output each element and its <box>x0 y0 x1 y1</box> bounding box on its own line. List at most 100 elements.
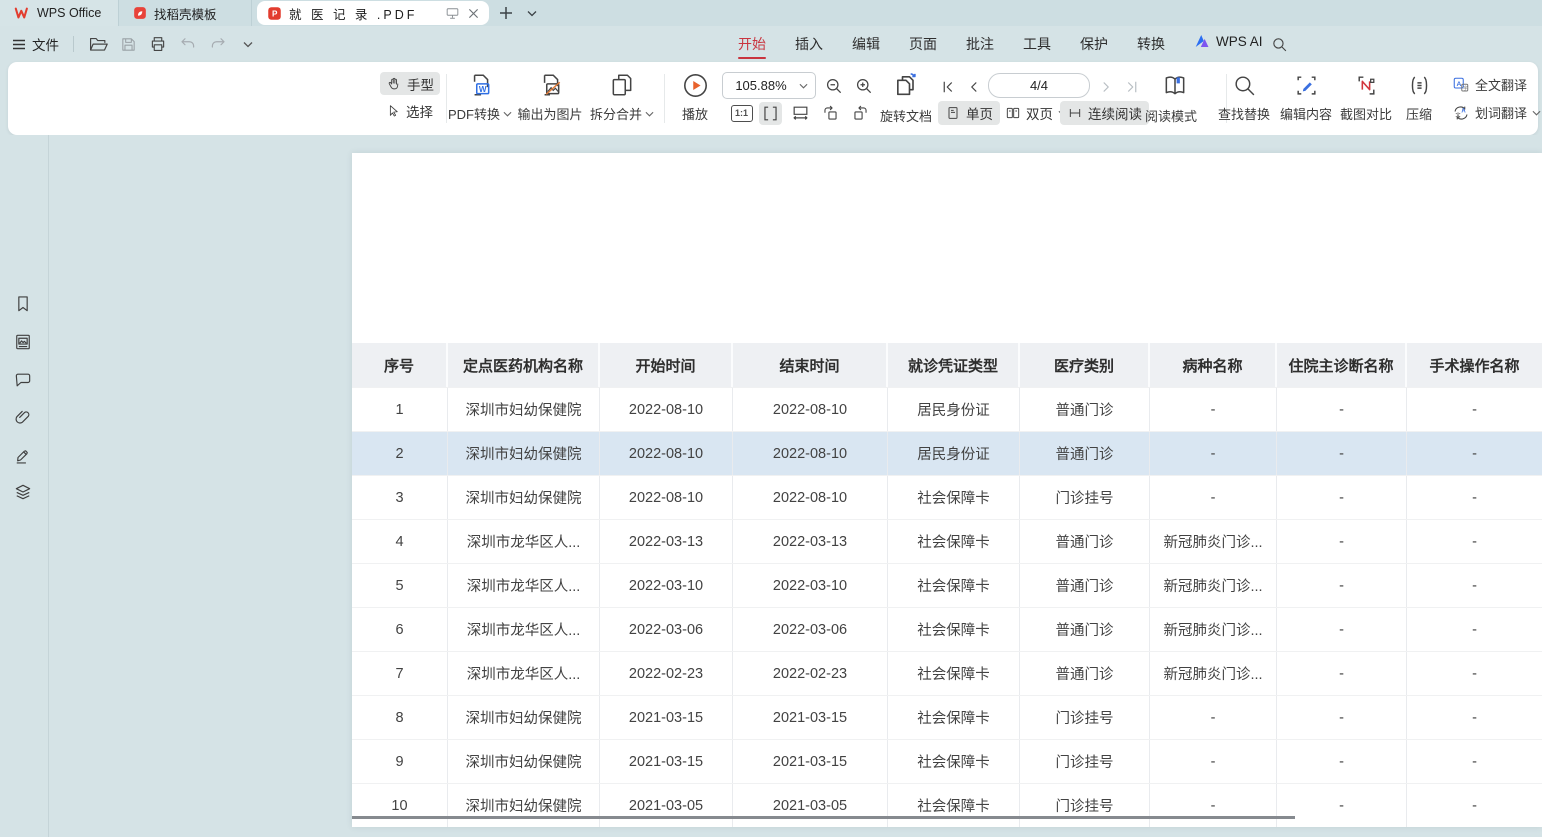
table-cell: 社会保障卡 <box>888 520 1020 563</box>
table-cell: - <box>1407 388 1542 431</box>
edit-content-label: 编辑内容 <box>1280 104 1332 123</box>
search-icon[interactable] <box>1271 36 1288 53</box>
quick-access-dropdown[interactable] <box>236 32 260 56</box>
last-page-button[interactable] <box>1120 75 1143 98</box>
attachment-icon[interactable] <box>13 407 35 429</box>
table-cell: 普通门诊 <box>1020 388 1150 431</box>
table-cell: 1 <box>352 388 448 431</box>
table-cell: - <box>1407 652 1542 695</box>
redo-icon[interactable] <box>206 32 230 56</box>
word-translate-button[interactable]: A文 划词翻译 <box>1452 103 1541 122</box>
play-label: 播放 <box>682 104 708 123</box>
signature-icon[interactable] <box>13 445 35 467</box>
page-number-input[interactable]: 4/4 <box>988 73 1090 98</box>
rotate-document-label[interactable]: 旋转文档 <box>880 106 932 125</box>
table-row: 3深圳市妇幼保健院2022-08-102022-08-10社会保障卡门诊挂号--… <box>352 475 1542 519</box>
table-cell: 普通门诊 <box>1020 432 1150 475</box>
select-tool-button[interactable]: 选择 <box>380 99 440 122</box>
fit-page-button[interactable] <box>789 102 812 125</box>
hand-tool-button[interactable]: 手型 <box>380 72 440 95</box>
table-cell: 4 <box>352 520 448 563</box>
compress-button[interactable]: 压缩 <box>1389 70 1449 123</box>
single-page-button[interactable]: 单页 <box>938 101 1000 125</box>
one-to-one-icon: 1:1 <box>731 105 753 122</box>
table-cell: 深圳市龙华区人... <box>448 564 600 607</box>
bookmark-icon[interactable] <box>13 294 35 316</box>
table-cell: 2022-02-23 <box>600 652 733 695</box>
compress-icon <box>1389 70 1449 100</box>
left-panel-strip <box>0 135 49 837</box>
menu-tab-转换[interactable]: 转换 <box>1137 26 1165 62</box>
table-cell: 2022-08-10 <box>733 388 888 431</box>
next-page-button[interactable] <box>1094 75 1117 98</box>
rotate-left-button[interactable] <box>819 102 842 125</box>
zoom-in-button[interactable] <box>852 74 875 97</box>
doc-table-body: 1深圳市妇幼保健院2022-08-102022-08-10居民身份证普通门诊--… <box>352 387 1542 827</box>
undo-icon[interactable] <box>176 32 200 56</box>
menu-tab-保护[interactable]: 保护 <box>1080 26 1108 62</box>
table-cell: - <box>1277 564 1407 607</box>
first-page-button[interactable] <box>936 75 959 98</box>
table-cell: 深圳市龙华区人... <box>448 652 600 695</box>
tab-wps-office[interactable]: WPS Office <box>0 0 119 26</box>
play-button[interactable]: 播放 <box>665 70 725 123</box>
tab-document-active[interactable]: P 就 医 记 录 .PDF <box>257 1 489 25</box>
thumbnail-icon[interactable] <box>13 332 35 354</box>
svg-text:P: P <box>272 9 278 18</box>
table-cell: 2021-03-15 <box>600 740 733 783</box>
comment-icon[interactable] <box>13 370 35 392</box>
menu-tab-工具[interactable]: 工具 <box>1023 26 1051 62</box>
table-row: 7深圳市龙华区人...2022-02-232022-02-23社会保障卡普通门诊… <box>352 651 1542 695</box>
table-cell: 普通门诊 <box>1020 608 1150 651</box>
rotate-right-button[interactable] <box>849 102 872 125</box>
continuous-read-button[interactable]: 连续阅读 <box>1060 101 1149 125</box>
table-cell: - <box>1277 740 1407 783</box>
full-translate-button[interactable]: A字 全文翻译 <box>1452 75 1527 94</box>
table-cell: 门诊挂号 <box>1020 476 1150 519</box>
column-header: 手术操作名称 <box>1407 343 1542 387</box>
table-cell: - <box>1277 388 1407 431</box>
zoom-level-combobox[interactable]: 105.88% <box>722 72 816 99</box>
doc-table-header: 序号定点医药机构名称开始时间结束时间就诊凭证类型医疗类别病种名称住院主诊断名称手… <box>352 343 1542 387</box>
table-cell: 2021-03-15 <box>733 696 888 739</box>
table-cell: 居民身份证 <box>888 388 1020 431</box>
file-menu-button[interactable]: 文件 <box>12 34 59 54</box>
wps-ai-button[interactable]: WPS AI <box>1194 33 1263 49</box>
table-cell: 8 <box>352 696 448 739</box>
menu-tab-编辑[interactable]: 编辑 <box>852 26 880 62</box>
svg-text:文: 文 <box>1455 110 1461 118</box>
fit-width-button[interactable] <box>759 102 782 125</box>
print-button[interactable] <box>146 32 170 56</box>
menu-tab-开始[interactable]: 开始 <box>738 26 766 62</box>
table-cell: 10 <box>352 784 448 827</box>
table-cell: 深圳市妇幼保健院 <box>448 784 600 827</box>
table-cell: 2022-08-10 <box>733 432 888 475</box>
layers-icon[interactable] <box>13 482 35 504</box>
tab-list-button[interactable] <box>523 4 541 22</box>
cursor-icon <box>386 103 401 119</box>
actual-size-button[interactable]: 1:1 <box>730 102 753 125</box>
zoom-out-button[interactable] <box>822 74 845 97</box>
table-cell: 社会保障卡 <box>888 784 1020 827</box>
save-button[interactable] <box>116 32 140 56</box>
pdf-file-icon: P <box>267 6 282 21</box>
read-mode-label[interactable]: 阅读模式 <box>1145 106 1197 125</box>
new-tab-button[interactable] <box>497 4 515 22</box>
monitor-icon[interactable] <box>445 7 460 20</box>
table-cell: 社会保障卡 <box>888 564 1020 607</box>
table-cell: 7 <box>352 652 448 695</box>
previous-page-button[interactable] <box>962 75 985 98</box>
table-cell: - <box>1277 652 1407 695</box>
open-file-button[interactable] <box>86 32 110 56</box>
file-menu-label: 文件 <box>32 34 59 54</box>
tab-docer[interactable]: 找稻壳模板 <box>119 0 252 26</box>
menu-tab-页面[interactable]: 页面 <box>909 26 937 62</box>
word-translate-label: 划词翻译 <box>1475 103 1527 122</box>
table-cell: 深圳市龙华区人... <box>448 520 600 563</box>
table-cell: 普通门诊 <box>1020 520 1150 563</box>
menu-tab-插入[interactable]: 插入 <box>795 26 823 62</box>
menu-tab-批注[interactable]: 批注 <box>966 26 994 62</box>
split-merge-button[interactable]: 拆分合并 <box>580 70 664 123</box>
table-cell: 社会保障卡 <box>888 476 1020 519</box>
close-icon[interactable] <box>468 8 479 19</box>
